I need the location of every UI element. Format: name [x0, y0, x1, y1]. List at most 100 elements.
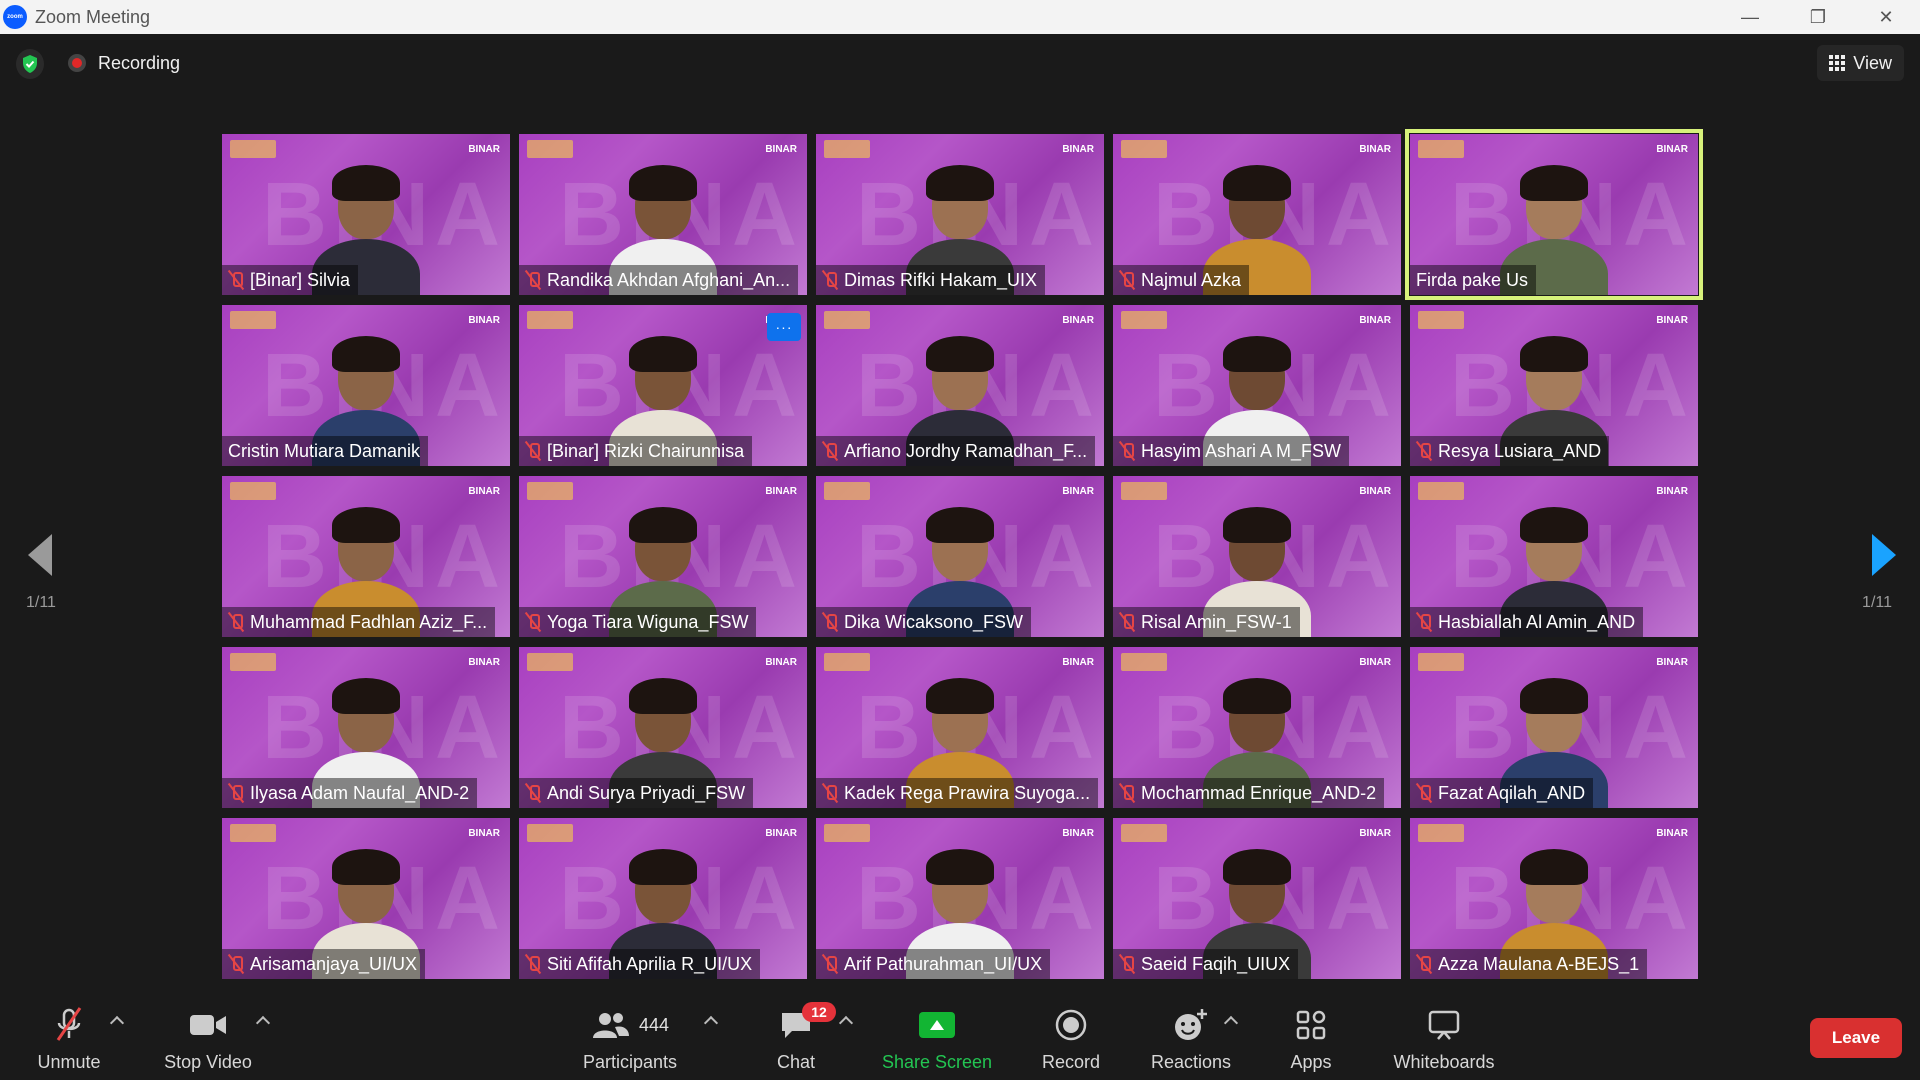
event-badge-icon: [824, 311, 870, 329]
participant-tile[interactable]: BINARBINARRisal Amin_FSW-1: [1113, 476, 1401, 637]
participant-nameplate: Risal Amin_FSW-1: [1113, 607, 1300, 637]
participant-tile[interactable]: BINARBINARSiti Afifah Aprilia R_UI/UX: [519, 818, 807, 979]
participant-tile[interactable]: BINARBINARYoga Tiara Wiguna_FSW: [519, 476, 807, 637]
whiteboards-button[interactable]: Whiteboards: [1390, 1006, 1498, 1073]
apps-label: Apps: [1290, 1052, 1332, 1072]
brand-logo: BINAR: [1359, 144, 1391, 155]
event-badge-icon: [824, 140, 870, 158]
tile-more-options-button[interactable]: ···: [767, 313, 801, 341]
participant-nameplate: Arfiano Jordhy Ramadhan_F...: [816, 436, 1096, 466]
reactions-button[interactable]: Reactions: [1146, 1006, 1236, 1073]
share-screen-button[interactable]: Share Screen: [876, 1006, 998, 1073]
participant-name: Dika Wicaksono_FSW: [844, 611, 1024, 632]
participant-tile[interactable]: BINARBINARNajmul Azka: [1113, 134, 1401, 295]
page-indicator-left: 1/11: [26, 594, 56, 611]
record-button[interactable]: Record: [1036, 1006, 1106, 1073]
apps-button[interactable]: Apps: [1284, 1006, 1338, 1073]
participants-options-caret-icon[interactable]: [703, 1015, 719, 1031]
participants-count: 444: [638, 1014, 670, 1035]
brand-logo: BINAR: [765, 486, 797, 497]
participant-name: Muhammad Fadhlan Aziz_F...: [250, 611, 488, 632]
recording-icon: [68, 54, 86, 72]
restore-button[interactable]: ❐: [1784, 0, 1852, 34]
brand-logo: BINAR: [1359, 828, 1391, 839]
participant-nameplate: Arisamanjaya_UI/UX: [222, 949, 426, 979]
participant-tile[interactable]: BINARBINARSaeid Faqih_UIUX: [1113, 818, 1401, 979]
event-badge-icon: [1121, 653, 1167, 671]
participant-tile[interactable]: BINARBINARArif Pathurahman_UI/UX: [816, 818, 1104, 979]
audio-options-caret-icon[interactable]: [109, 1015, 125, 1031]
participant-tile[interactable]: BINARBINARAzza Maulana A-BEJS_1: [1410, 818, 1698, 979]
event-badge-icon: [824, 482, 870, 500]
participant-tile[interactable]: BINARBINARCristin Mutiara Damanik: [222, 305, 510, 466]
event-badge-icon: [230, 140, 276, 158]
muted-mic-icon: [822, 954, 838, 974]
participant-tile[interactable]: BINARBINARIlyasa Adam Naufal_AND-2: [222, 647, 510, 808]
event-badge-icon: [527, 311, 573, 329]
reactions-icon: [1172, 1006, 1210, 1044]
muted-mic-icon: [1119, 954, 1135, 974]
participants-button[interactable]: 444 Participants: [580, 1006, 680, 1073]
stop-video-button[interactable]: Stop Video: [158, 1006, 258, 1073]
participant-tile[interactable]: BINARBINARAndi Surya Priyadi_FSW: [519, 647, 807, 808]
participant-tile[interactable]: BINARBINARArfiano Jordhy Ramadhan_F...: [816, 305, 1104, 466]
muted-mic-icon: [822, 441, 838, 461]
participant-tile[interactable]: BINARBINAR[Binar] Silvia: [222, 134, 510, 295]
participant-tile[interactable]: BINARBINARFirda pake Us: [1405, 129, 1703, 300]
event-badge-icon: [230, 311, 276, 329]
participant-tile[interactable]: BINARBINARDika Wicaksono_FSW: [816, 476, 1104, 637]
participant-name: Siti Afifah Aprilia R_UI/UX: [547, 953, 753, 974]
video-options-caret-icon[interactable]: [255, 1015, 271, 1031]
muted-mic-icon: [1119, 783, 1135, 803]
view-button[interactable]: View: [1817, 45, 1904, 81]
participant-nameplate: [Binar] Silvia: [222, 265, 359, 295]
muted-mic-icon: [52, 1006, 86, 1044]
event-badge-icon: [1418, 653, 1464, 671]
event-badge-icon: [527, 653, 573, 671]
participant-nameplate: Mochammad Enrique_AND-2: [1113, 778, 1385, 808]
muted-mic-icon: [228, 270, 244, 290]
participant-tile[interactable]: BINARBINARDimas Rifki Hakam_UIX: [816, 134, 1104, 295]
brand-logo: BINAR: [1656, 315, 1688, 326]
muted-mic-icon: [1119, 270, 1135, 290]
muted-mic-icon: [1416, 783, 1432, 803]
event-badge-icon: [824, 653, 870, 671]
participant-nameplate: Yoga Tiara Wiguna_FSW: [519, 607, 757, 637]
event-badge-icon: [527, 482, 573, 500]
participant-tile[interactable]: BINARBINARArisamanjaya_UI/UX: [222, 818, 510, 979]
participant-name: Arif Pathurahman_UI/UX: [844, 953, 1043, 974]
zoom-logo-icon: zoom: [3, 5, 27, 29]
participant-tile[interactable]: BINARBINARResya Lusiara_AND: [1410, 305, 1698, 466]
page-indicator-right: 1/11: [1862, 594, 1892, 611]
participant-tile[interactable]: BINARBINARKadek Rega Prawira Suyoga...: [816, 647, 1104, 808]
close-button[interactable]: ✕: [1852, 0, 1920, 34]
participant-tile[interactable]: BINARBINARHasyim Ashari A M_FSW: [1113, 305, 1401, 466]
event-badge-icon: [824, 824, 870, 842]
participant-tile[interactable]: BINARBINARMochammad Enrique_AND-2: [1113, 647, 1401, 808]
participant-tile[interactable]: BINARBINARMuhammad Fadhlan Aziz_F...: [222, 476, 510, 637]
brand-logo: BINAR: [1656, 657, 1688, 668]
next-page-arrow-icon[interactable]: [1872, 534, 1896, 576]
brand-logo: BINAR: [1062, 486, 1094, 497]
recording-label[interactable]: Recording: [98, 53, 180, 74]
participant-name: Kadek Rega Prawira Suyoga...: [844, 782, 1091, 803]
chat-options-caret-icon[interactable]: [838, 1015, 854, 1031]
muted-mic-icon: [822, 783, 838, 803]
participant-tile[interactable]: BINARBINARHasbiallah Al Amin_AND: [1410, 476, 1698, 637]
muted-mic-icon: [228, 612, 244, 632]
participant-tile[interactable]: BINARBINARFazat Aqilah_AND: [1410, 647, 1698, 808]
window-title-bar: zoom Zoom Meeting — ❐ ✕: [0, 0, 1920, 34]
chat-button[interactable]: 12 Chat: [766, 1002, 836, 1073]
unmute-button[interactable]: Unmute: [30, 1006, 108, 1073]
participant-tile[interactable]: BINARBINAR···[Binar] Rizki Chairunnisa: [519, 305, 807, 466]
security-shield-icon[interactable]: [16, 49, 44, 79]
participant-name: Resya Lusiara_AND: [1438, 440, 1602, 461]
leave-button[interactable]: Leave: [1810, 1018, 1902, 1058]
previous-page-arrow-icon[interactable]: [28, 534, 52, 576]
participant-name: Firda pake Us: [1416, 269, 1529, 290]
participant-tile[interactable]: BINARBINARRandika Akhdan Afghani_An...: [519, 134, 807, 295]
reactions-label: Reactions: [1150, 1052, 1232, 1072]
minimize-button[interactable]: —: [1716, 0, 1784, 34]
brand-logo: BINAR: [468, 828, 500, 839]
event-badge-icon: [527, 140, 573, 158]
